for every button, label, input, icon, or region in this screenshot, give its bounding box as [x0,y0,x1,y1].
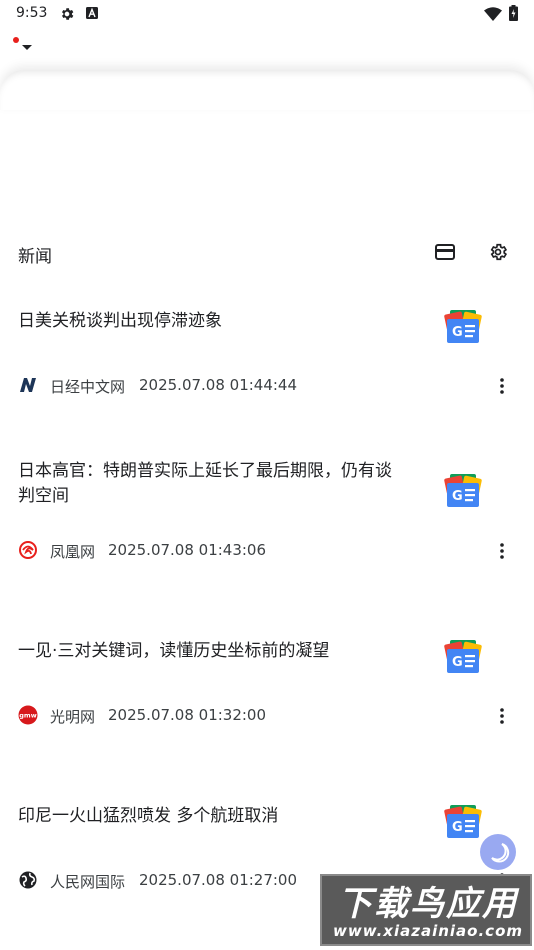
svg-text:G: G [452,655,463,670]
news-source: 光明网 [50,708,96,726]
news-time: 2025.07.08 01:43:06 [108,541,267,559]
news-time: 2025.07.08 01:44:44 [139,376,298,394]
battery-charging-icon [509,5,518,21]
news-title[interactable]: 日本高官：特朗普实际上延长了最后期限，仍有谈判空间 [18,459,408,509]
svg-text:G: G [452,820,463,835]
svg-text:G: G [452,489,463,504]
notification-dot [13,37,19,43]
status-bar: 9:53 [0,0,534,28]
google-news-icon: G [444,640,482,673]
more-vert-icon[interactable] [496,377,508,395]
feed-card-edge [0,70,534,110]
google-news-icon: G [444,805,482,838]
google-news-icon: G [444,474,482,507]
more-vert-icon[interactable] [496,542,508,560]
news-source: 日经中文网 [50,378,126,396]
news-title[interactable]: 日美关税谈判出现停滞迹象 [18,309,408,334]
watermark-title: 下载鸟应用 [338,884,518,924]
nikkei-icon [20,378,36,392]
news-title[interactable]: 印尼一火山猛烈喷发 多个航班取消 [18,804,408,829]
a-box-icon [86,7,98,19]
moon-icon [491,843,510,863]
wifi-icon [484,7,502,21]
news-time: 2025.07.08 01:27:00 [139,871,298,889]
watermark: 下载鸟应用 www.xiazainiao.com [320,874,532,946]
google-news-icon: G [444,310,482,343]
news-source: 凤凰网 [50,543,96,561]
gmw-icon: gmw [18,705,38,725]
globe-icon [19,871,37,889]
gear-icon [62,8,74,20]
news-time: 2025.07.08 01:32:00 [108,706,267,724]
section-title: 新闻 [18,247,52,267]
news-item[interactable]: 日本高官：特朗普实际上延长了最后期限，仍有谈判空间 G 凤凰网 2025.07.… [0,450,534,570]
more-vert-icon[interactable] [496,707,508,725]
settings-icon[interactable] [488,242,508,262]
watermark-url: www.xiazainiao.com [332,922,524,940]
status-time: 9:53 [16,5,48,21]
svg-text:gmw: gmw [19,712,36,720]
floating-assistant-button[interactable] [480,834,516,870]
news-item[interactable]: 一见·三对关键词，读懂历史坐标前的凝望 G gmw 光明网 2025.07.08… [0,630,534,740]
cards-icon[interactable] [435,243,455,261]
news-item[interactable]: 日美关税谈判出现停滞迹象 G 日经中文网 2025.07.08 01:44:44 [0,300,534,410]
news-source: 人民网国际 [50,873,126,891]
news-title[interactable]: 一见·三对关键词，读懂历史坐标前的凝望 [18,639,408,664]
svg-text:G: G [452,325,463,340]
caret-down-icon[interactable] [22,45,32,50]
ifeng-icon [19,541,37,559]
